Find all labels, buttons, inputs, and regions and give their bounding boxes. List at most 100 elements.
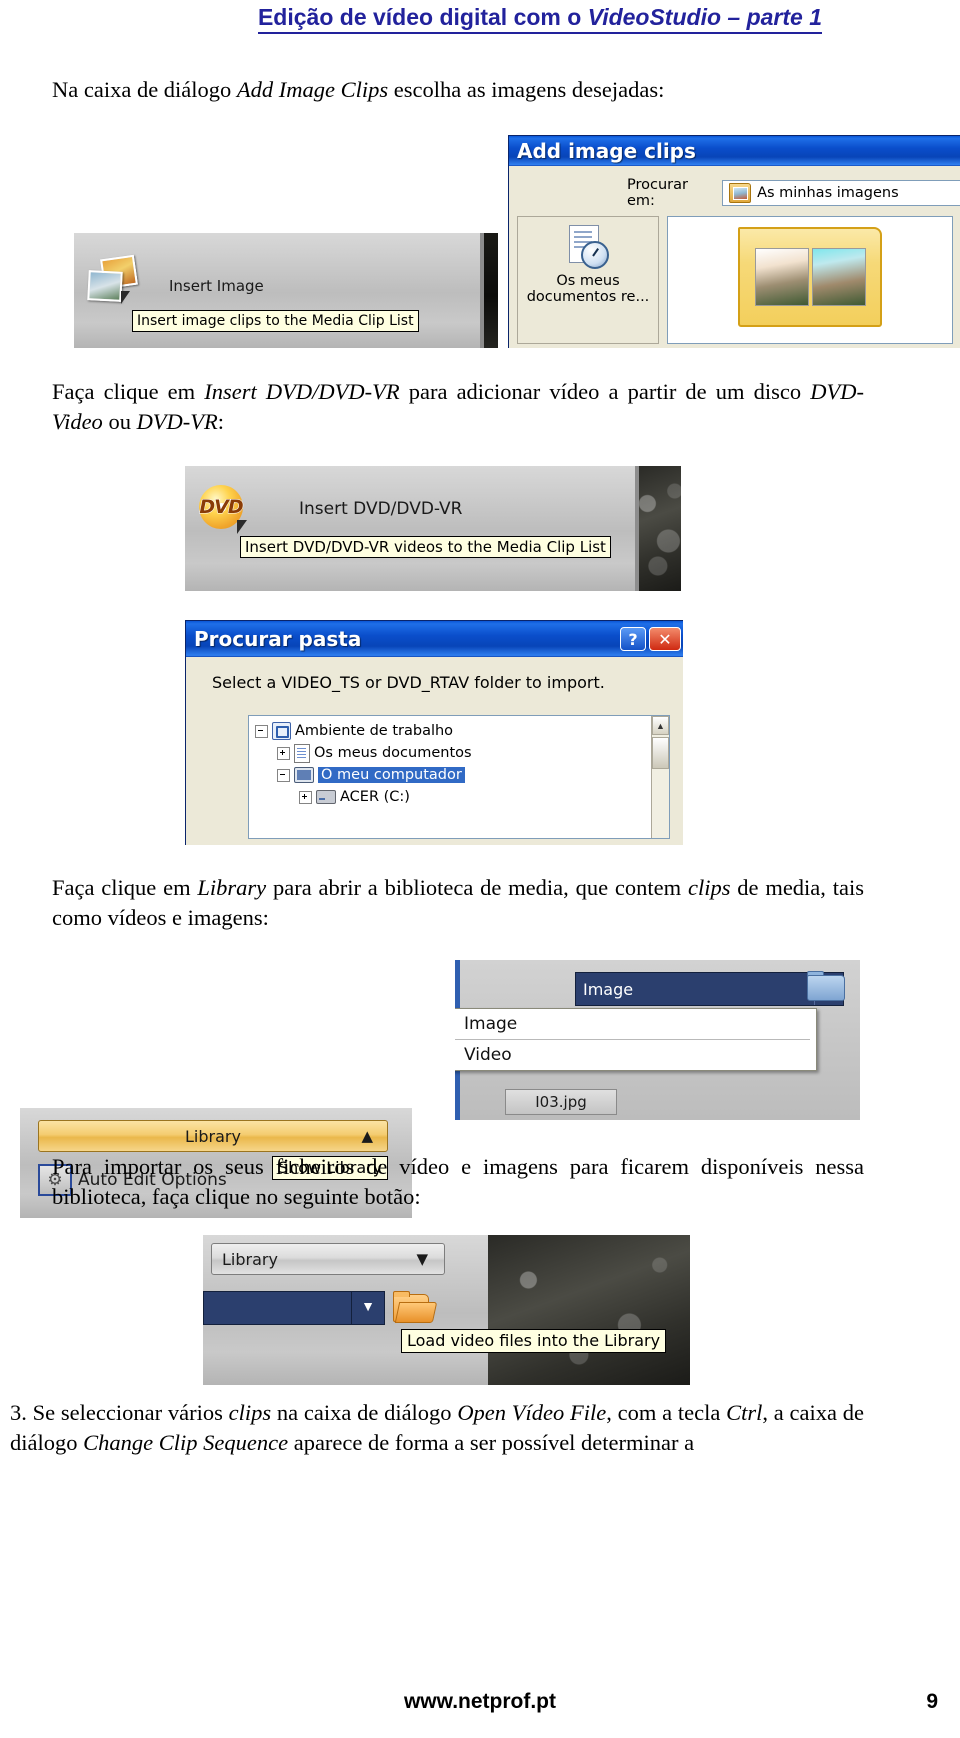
scroll-thumb[interactable] <box>652 737 669 769</box>
dropdown-option-video[interactable]: Video <box>455 1040 816 1070</box>
expander-minus-icon[interactable] <box>255 724 268 738</box>
folder-tree[interactable]: Ambiente de trabalho Os meus documentos … <box>249 716 651 838</box>
expander-minus-icon[interactable] <box>277 768 290 782</box>
media-type-dropdown-list[interactable]: Image Video <box>455 1008 817 1071</box>
chevron-double-up-icon: ▲ <box>361 1127 373 1145</box>
procurar-titlebar: Procurar pasta ? ✕ <box>186 621 683 657</box>
preview-strip <box>484 233 498 348</box>
places-item-label-line1: Os meus <box>556 273 620 289</box>
media-type-combo-empty-arrow[interactable]: ▼ <box>351 1291 385 1325</box>
p3-italic-library: Library <box>197 875 267 900</box>
dvd-disc-label: DVD <box>199 496 244 519</box>
paragraph-import-files: Para importar os seus ficheiros de vídeo… <box>52 1152 864 1212</box>
folder-tree-container[interactable]: Ambiente de trabalho Os meus documentos … <box>248 715 670 839</box>
tree-label: ACER (C:) <box>340 789 410 805</box>
drive-icon <box>316 790 336 804</box>
tree-label-selected: O meu computador <box>318 767 465 783</box>
library-folder-icon[interactable] <box>807 971 845 1001</box>
media-type-combo-empty[interactable] <box>203 1291 353 1325</box>
screenshot-load-video-into-library: Library ▼ ▼ Load video files into the Li… <box>203 1235 690 1385</box>
library-button[interactable]: Library ▲ <box>38 1120 388 1152</box>
insert-image-button-label[interactable]: Insert Image <box>169 277 264 295</box>
open-folder-icon[interactable] <box>393 1291 438 1323</box>
documents-icon <box>294 743 310 763</box>
insert-dvd-tooltip: Insert DVD/DVD-VR videos to the Media Cl… <box>240 536 611 558</box>
thumb-image-1 <box>754 248 809 306</box>
tree-row-acer-c[interactable]: ACER (C:) <box>255 786 651 808</box>
dialog-title: Add image clips <box>517 139 696 163</box>
library-collapsed-label: Library <box>222 1249 278 1269</box>
library-collapsed-button[interactable]: Library ▼ <box>211 1243 445 1275</box>
media-type-combo[interactable]: Image ▼ <box>575 972 844 1006</box>
screenshot-insert-image-toolbar: Insert Image Insert image clips to the M… <box>74 233 498 348</box>
dialog-body: Os meus documentos re... <box>517 216 953 344</box>
my-recent-documents-icon[interactable] <box>567 225 609 269</box>
p5-part-a: 3. Se seleccionar vários <box>10 1400 229 1425</box>
dropdown-option-image[interactable]: Image <box>455 1009 816 1039</box>
library-file-item[interactable]: I03.jpg <box>505 1089 617 1115</box>
p5-part-e: aparece de forma a ser possível determin… <box>288 1430 695 1455</box>
p5-italic-open-video-file: Open Vídeo File <box>457 1400 607 1425</box>
media-type-combo-value: Image <box>583 979 634 999</box>
expander-plus-icon[interactable] <box>277 746 290 760</box>
p5-part-c: , com a tecla <box>606 1400 727 1425</box>
p1-part-b: escolha as imagens desejadas: <box>388 77 665 102</box>
p2-italic-insert-dvd: Insert DVD/DVD-VR <box>204 379 400 404</box>
library-button-label: Library <box>185 1126 241 1146</box>
add-image-clips-dialog: Add image clips Procurar em: As minhas i… <box>508 135 960 348</box>
p3-part-b: para abrir a biblioteca de media, que co… <box>266 875 688 900</box>
dvd-cursor-arrow <box>237 520 247 534</box>
dvd-toolbar-background <box>185 466 635 591</box>
p1-italic-add-image-clips: Add Image Clips <box>236 77 389 102</box>
p1-part-a: Na caixa de diálogo <box>52 77 237 102</box>
footer-page-number: 9 <box>926 1690 938 1713</box>
header-title: Edição de vídeo digital com o VideoStudi… <box>257 4 823 34</box>
tree-label: Ambiente de trabalho <box>295 723 454 739</box>
scroll-up-icon[interactable]: ▲ <box>652 716 669 735</box>
p2-part-d: : <box>217 409 225 434</box>
p5-italic-change-clip-sequence: Change Clip Sequence <box>83 1430 289 1455</box>
tree-row-o-meu-computador[interactable]: O meu computador <box>255 764 651 786</box>
page-header: Edição de vídeo digital com o VideoStudi… <box>0 4 960 34</box>
footer-url[interactable]: www.netprof.pt <box>0 1690 960 1714</box>
close-button[interactable]: ✕ <box>649 627 681 651</box>
paragraph-add-image-clips: Na caixa de diálogo Add Image Clips esco… <box>52 75 862 105</box>
insert-dvd-button-label[interactable]: Insert DVD/DVD-VR <box>299 499 463 519</box>
load-video-tooltip: Load video files into the Library <box>401 1329 667 1353</box>
places-item-label-line2: documentos re... <box>526 289 650 305</box>
paragraph-change-clip-sequence: 3. Se seleccionar vários clips na caixa … <box>10 1398 864 1458</box>
look-in-row: Procurar em: As minhas imagens <box>509 176 960 210</box>
procurar-title: Procurar pasta <box>194 627 362 651</box>
tree-row-ambiente-de-trabalho[interactable]: Ambiente de trabalho <box>255 720 651 742</box>
p2-part-c: ou <box>102 409 137 434</box>
p5-italic-clips: clips <box>228 1400 272 1425</box>
photo-thumb-front <box>87 270 123 302</box>
clock-face <box>581 241 609 269</box>
insert-image-tooltip: Insert image clips to the Media Clip Lis… <box>132 310 419 332</box>
screenshot-procurar-pasta-dialog: Procurar pasta ? ✕ Select a VIDEO_TS or … <box>185 620 683 845</box>
screenshot-add-image-clips-dialog: Add image clips Procurar em: As minhas i… <box>508 135 960 348</box>
look-in-combo[interactable]: As minhas imagens <box>722 180 960 206</box>
image-folder-thumbnail[interactable] <box>738 227 882 327</box>
p2-italic-dvd-vr: DVD-VR <box>136 409 218 434</box>
folder-body <box>807 975 845 1001</box>
help-button[interactable]: ? <box>620 627 646 651</box>
look-in-value: As minhas imagens <box>757 185 899 201</box>
paragraph-library: Faça clique em Library para abrir a bibl… <box>52 873 864 933</box>
file-list-pane[interactable] <box>667 216 953 344</box>
cursor-arrow <box>121 291 130 304</box>
places-bar: Os meus documentos re... <box>517 216 659 344</box>
header-title-plain: Edição de vídeo digital com o <box>257 4 588 30</box>
dialog-titlebar: Add image clips <box>509 136 960 166</box>
photos-icon <box>87 254 142 305</box>
library-file-label: I03.jpg <box>535 1093 587 1111</box>
folder-tab <box>393 1291 410 1297</box>
tree-scrollbar[interactable]: ▲ <box>651 716 669 838</box>
tree-row-os-meus-documentos[interactable]: Os meus documentos <box>255 742 651 764</box>
procurar-instruction: Select a VIDEO_TS or DVD_RTAV folder to … <box>212 673 605 692</box>
expander-plus-icon[interactable] <box>299 790 312 804</box>
p5-italic-ctrl: Ctrl <box>726 1400 763 1425</box>
procurar-pasta-dialog: Procurar pasta ? ✕ Select a VIDEO_TS or … <box>185 620 683 845</box>
header-title-italic: VideoStudio – parte 1 <box>587 4 823 30</box>
look-in-label: Procurar em: <box>627 177 688 209</box>
